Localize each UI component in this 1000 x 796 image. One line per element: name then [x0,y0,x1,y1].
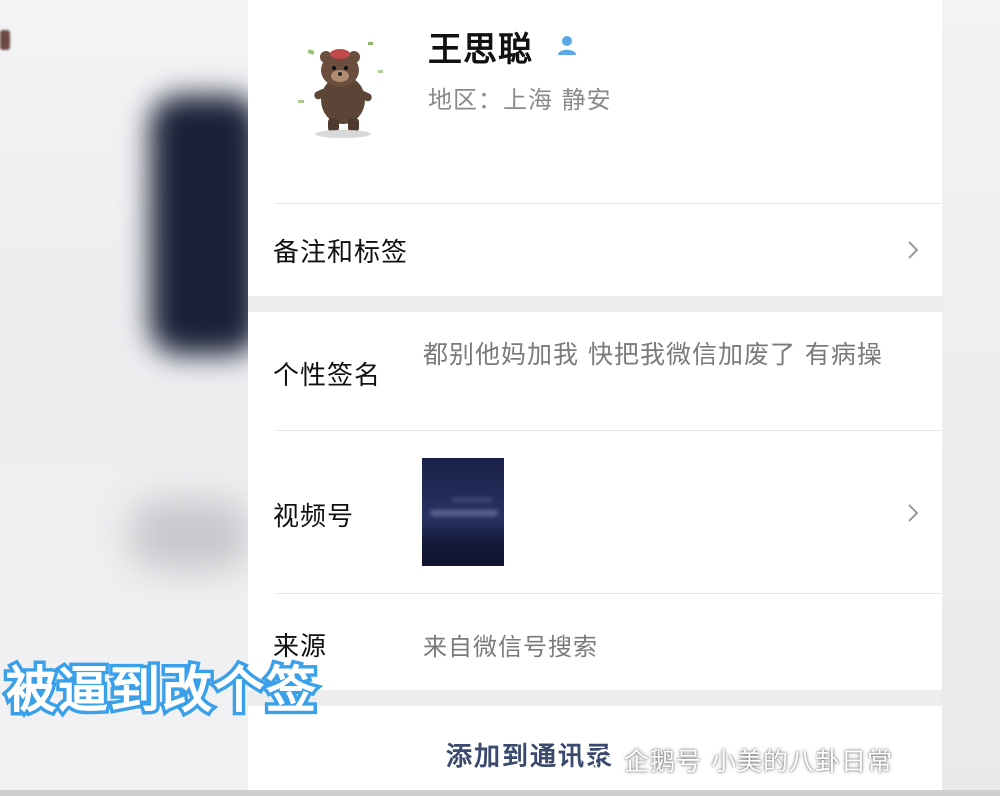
bear-sticker-icon [298,42,383,138]
chevron-right-icon [908,241,919,259]
video-caption: 被逼到改个签 [6,661,318,719]
avatar[interactable] [288,30,398,140]
penguin-icon [594,749,614,773]
remarks-label: 备注和标签 [273,238,409,268]
bottom-edge [0,790,1000,796]
blurred-background-shape [130,500,250,570]
channel-video-thumbnail[interactable] [422,458,504,566]
person-icon [558,36,576,55]
signature-label: 个性签名 [273,361,382,391]
profile-card: 王思聪 地区：上海 静安 备注和标签 个性签名 都别他妈加我 快把我微信加废了 … [248,0,942,796]
blurred-background-right [942,0,1000,796]
chevron-right-icon [908,504,919,522]
blurred-background-shape [150,95,260,355]
signature-value: 都别他妈加我 快把我微信加废了 有病操 [423,340,883,369]
source-value: 来自微信号搜索 [423,633,598,661]
profile-name: 王思聪 [428,30,533,70]
add-to-contacts-label: 添加到通讯录 [445,741,614,772]
watermark: 企鹅号 小美的八卦日常 [590,742,893,778]
section-gap [248,296,942,312]
channels-label: 视频号 [273,502,355,532]
section-gap [248,690,942,706]
divider [276,430,942,431]
divider [276,203,942,204]
divider [276,593,942,594]
blurred-background-speck [0,30,10,50]
watermark-text: 企鹅号 小美的八卦日常 [624,747,893,776]
profile-region: 地区：上海 静安 [428,86,612,114]
